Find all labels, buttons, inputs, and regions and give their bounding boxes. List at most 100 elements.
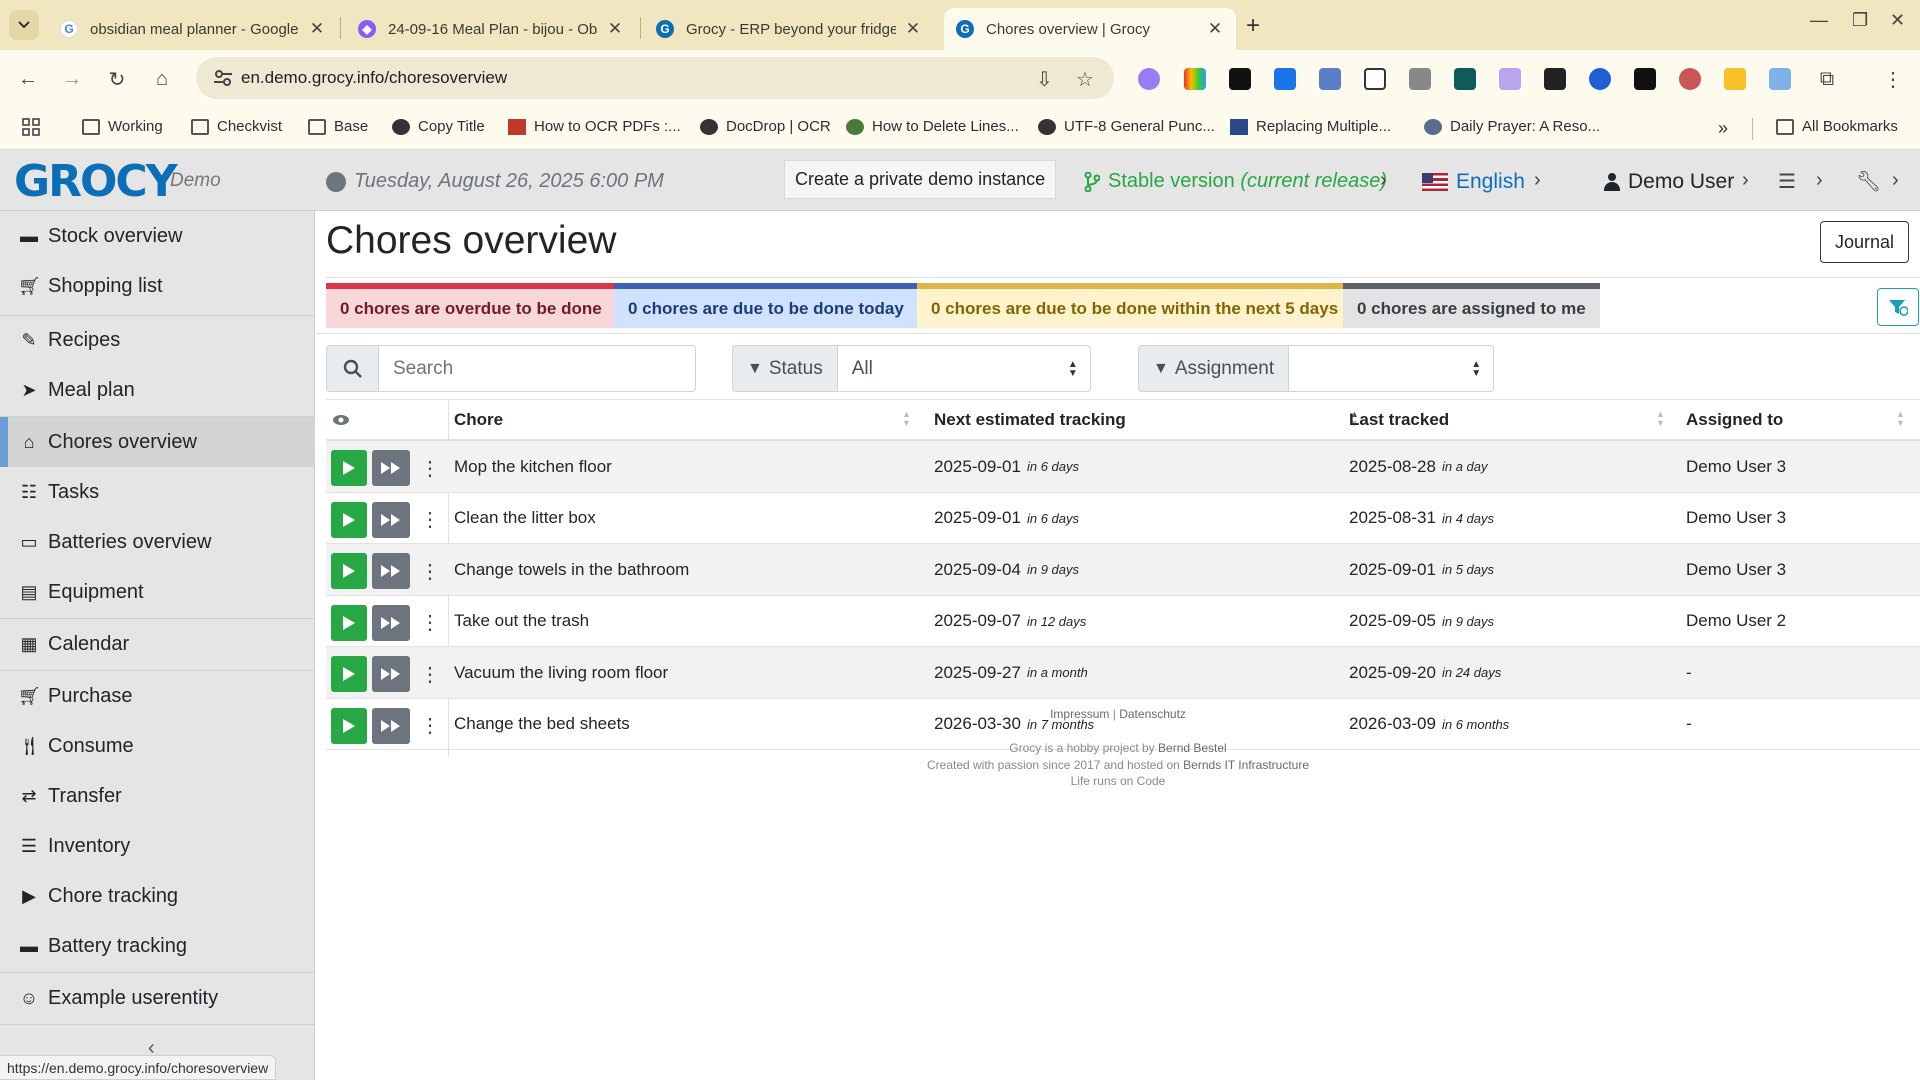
sidebar-item-tasks[interactable]: ☷ Tasks [0, 467, 314, 517]
extension-obsidian-icon[interactable] [1138, 68, 1160, 90]
create-demo-instance-button[interactable]: Create a private demo instance [784, 160, 1057, 199]
chevron-right-icon[interactable]: › [1816, 169, 1823, 192]
track-chore-button[interactable] [331, 656, 367, 692]
column-header-next-estimated-tracking[interactable]: Next estimated tracking [934, 400, 1126, 440]
wrench-icon[interactable]: 🔧︎ [1856, 169, 1881, 194]
sidebar-item-meal-plan[interactable]: ➤ Meal plan [0, 365, 314, 415]
extension-color-icon[interactable] [1184, 68, 1206, 90]
tab-search-dropdown[interactable] [9, 10, 39, 40]
grocy-logo[interactable]: GROCY [14, 156, 178, 207]
track-chore-button[interactable] [331, 553, 367, 589]
sort-icon[interactable]: ▲ ▼ [1896, 410, 1905, 428]
sidebar-item-batteries-overview[interactable]: ▭ Batteries overview [0, 517, 314, 567]
extension-list-icon[interactable] [1319, 68, 1341, 90]
skip-chore-button[interactable] [372, 604, 410, 641]
sidebar-item-chores-overview[interactable]: ⌂ Chores overview [0, 417, 314, 467]
assigned-to-me-badge[interactable]: 0 chores are assigned to me [1343, 283, 1600, 328]
bookmark-star-icon[interactable]: ☆ [1076, 67, 1094, 92]
sidebar-item-example-userentity[interactable]: ☺ Example userentity [0, 973, 314, 1023]
column-visibility-icon[interactable] [332, 400, 350, 440]
extension-mic-icon[interactable] [1679, 68, 1701, 90]
skip-chore-button[interactable] [372, 450, 410, 486]
install-app-icon[interactable]: ⇩ [1036, 67, 1053, 92]
extension-reader-icon[interactable] [1634, 68, 1656, 90]
browser-tab[interactable]: G Grocy - ERP beyond your fridge ✕ [644, 8, 934, 50]
new-tab-icon[interactable]: + [1246, 12, 1260, 40]
author-link[interactable]: Bernd Bestel [1158, 741, 1227, 755]
sidebar-item-recipes[interactable]: ✎ Recipes [0, 315, 314, 365]
all-bookmarks[interactable]: All Bookmarks [1776, 118, 1898, 135]
more-options-icon[interactable]: ⋮ [418, 502, 442, 538]
close-tab-icon[interactable]: ✕ [904, 19, 922, 39]
extension-keep-icon[interactable] [1724, 68, 1746, 90]
extension-puzzle-icon[interactable] [1499, 68, 1521, 90]
chevron-right-icon[interactable]: › [1380, 169, 1387, 192]
extension-clipboard-icon[interactable] [1364, 68, 1386, 90]
chevron-right-icon[interactable]: › [1534, 169, 1541, 192]
bookmark-item[interactable]: UTF-8 General Punc... [1038, 118, 1215, 135]
chore-name[interactable]: Vacuum the living room floor [454, 647, 668, 698]
overdue-chores-badge[interactable]: 0 chores are overdue to be done [326, 283, 616, 328]
sidebar-item-inventory[interactable]: ☰ Inventory [0, 821, 314, 871]
minimize-icon[interactable]: — [1810, 10, 1828, 31]
apps-grid-icon[interactable] [22, 118, 40, 136]
track-chore-button[interactable] [331, 501, 367, 538]
sidebar-item-chore-tracking[interactable]: ▶ Chore tracking [0, 871, 314, 921]
bookmark-item[interactable]: DocDrop | OCR [700, 118, 831, 135]
extensions-puzzle-icon[interactable]: ⧉ [1812, 64, 1842, 94]
due-today-chores-badge[interactable]: 0 chores are due to be done today [614, 283, 918, 328]
more-options-icon[interactable]: ⋮ [418, 656, 442, 692]
sidebar-item-consume[interactable]: 🍴︎ Consume [0, 721, 314, 771]
close-tab-icon[interactable]: ✕ [308, 19, 326, 39]
sort-icon[interactable]: ▲ ▼ [1656, 410, 1665, 428]
site-settings-icon[interactable] [212, 67, 234, 89]
impressum-link[interactable]: Impressum [1050, 707, 1109, 721]
bookmark-item[interactable]: Replacing Multiple... [1230, 118, 1391, 135]
sliders-icon[interactable]: ☰ [1778, 169, 1796, 194]
bookmark-item[interactable]: Daily Prayer: A Reso... [1424, 118, 1600, 135]
more-bookmarks-icon[interactable]: » [1718, 118, 1728, 139]
due-soon-chores-badge[interactable]: 0 chores are due to be done within the n… [917, 283, 1353, 328]
status-filter-select[interactable]: All ▲ ▼ [836, 345, 1091, 392]
close-tab-icon[interactable]: ✕ [606, 19, 624, 39]
extension-image-icon[interactable] [1769, 68, 1791, 90]
more-options-icon[interactable]: ⋮ [418, 605, 442, 641]
extension-z-icon[interactable] [1409, 68, 1431, 90]
chore-name[interactable]: Take out the trash [454, 596, 589, 647]
language-selector[interactable]: English [1422, 170, 1525, 194]
extension-markdown-icon[interactable] [1229, 68, 1251, 90]
sort-icon[interactable]: ▲ ▼ [902, 410, 911, 428]
bookmark-item[interactable]: Base [308, 118, 368, 135]
search-input[interactable] [378, 345, 696, 392]
close-window-icon[interactable]: ✕ [1890, 10, 1905, 31]
browser-menu-icon[interactable]: ⋮ [1878, 64, 1908, 94]
browser-tab-active[interactable]: G Chores overview | Grocy ✕ [944, 8, 1236, 50]
bookmark-item[interactable]: How to OCR PDFs :... [508, 118, 681, 135]
column-header-chore[interactable]: Chore [454, 400, 503, 440]
skip-chore-button[interactable] [372, 501, 410, 538]
column-header-assigned-to[interactable]: Assigned to [1686, 400, 1783, 440]
bookmark-item[interactable]: Working [82, 118, 163, 135]
restore-icon[interactable]: ❐ [1852, 10, 1868, 31]
hosting-link[interactable]: Bernds IT Infrastructure [1183, 758, 1309, 772]
bookmark-item[interactable]: Checkvist [191, 118, 282, 135]
chore-name[interactable]: Clean the litter box [454, 493, 596, 544]
filter-toggle-icon[interactable] [1877, 288, 1919, 326]
close-tab-icon[interactable]: ✕ [1206, 19, 1224, 39]
journal-button[interactable]: Journal [1820, 221, 1910, 263]
sidebar-item-calendar[interactable]: ▦ Calendar [0, 619, 314, 669]
chevron-right-icon[interactable]: › [1742, 169, 1749, 192]
address-bar[interactable]: en.demo.grocy.info/choresoverview ⇩ ☆ [196, 57, 1114, 99]
column-header-last-tracked[interactable]: Last tracked [1349, 400, 1449, 440]
sidebar-item-shopping-list[interactable]: 🛒︎ Shopping list [0, 261, 314, 311]
reload-icon[interactable]: ↻ [102, 64, 132, 94]
sidebar-item-equipment[interactable]: ▤ Equipment [0, 567, 314, 617]
bookmark-item[interactable]: How to Delete Lines... [846, 118, 1019, 135]
track-chore-button[interactable] [331, 450, 367, 486]
back-icon[interactable]: ← [13, 64, 43, 94]
more-options-icon[interactable]: ⋮ [418, 553, 442, 589]
version-link[interactable]: Stable version (current release) [1084, 170, 1387, 193]
browser-tab[interactable]: G obsidian meal planner - Google ✕ [48, 8, 338, 50]
user-menu[interactable]: Demo User [1604, 170, 1734, 194]
more-options-icon[interactable]: ⋮ [418, 450, 442, 486]
